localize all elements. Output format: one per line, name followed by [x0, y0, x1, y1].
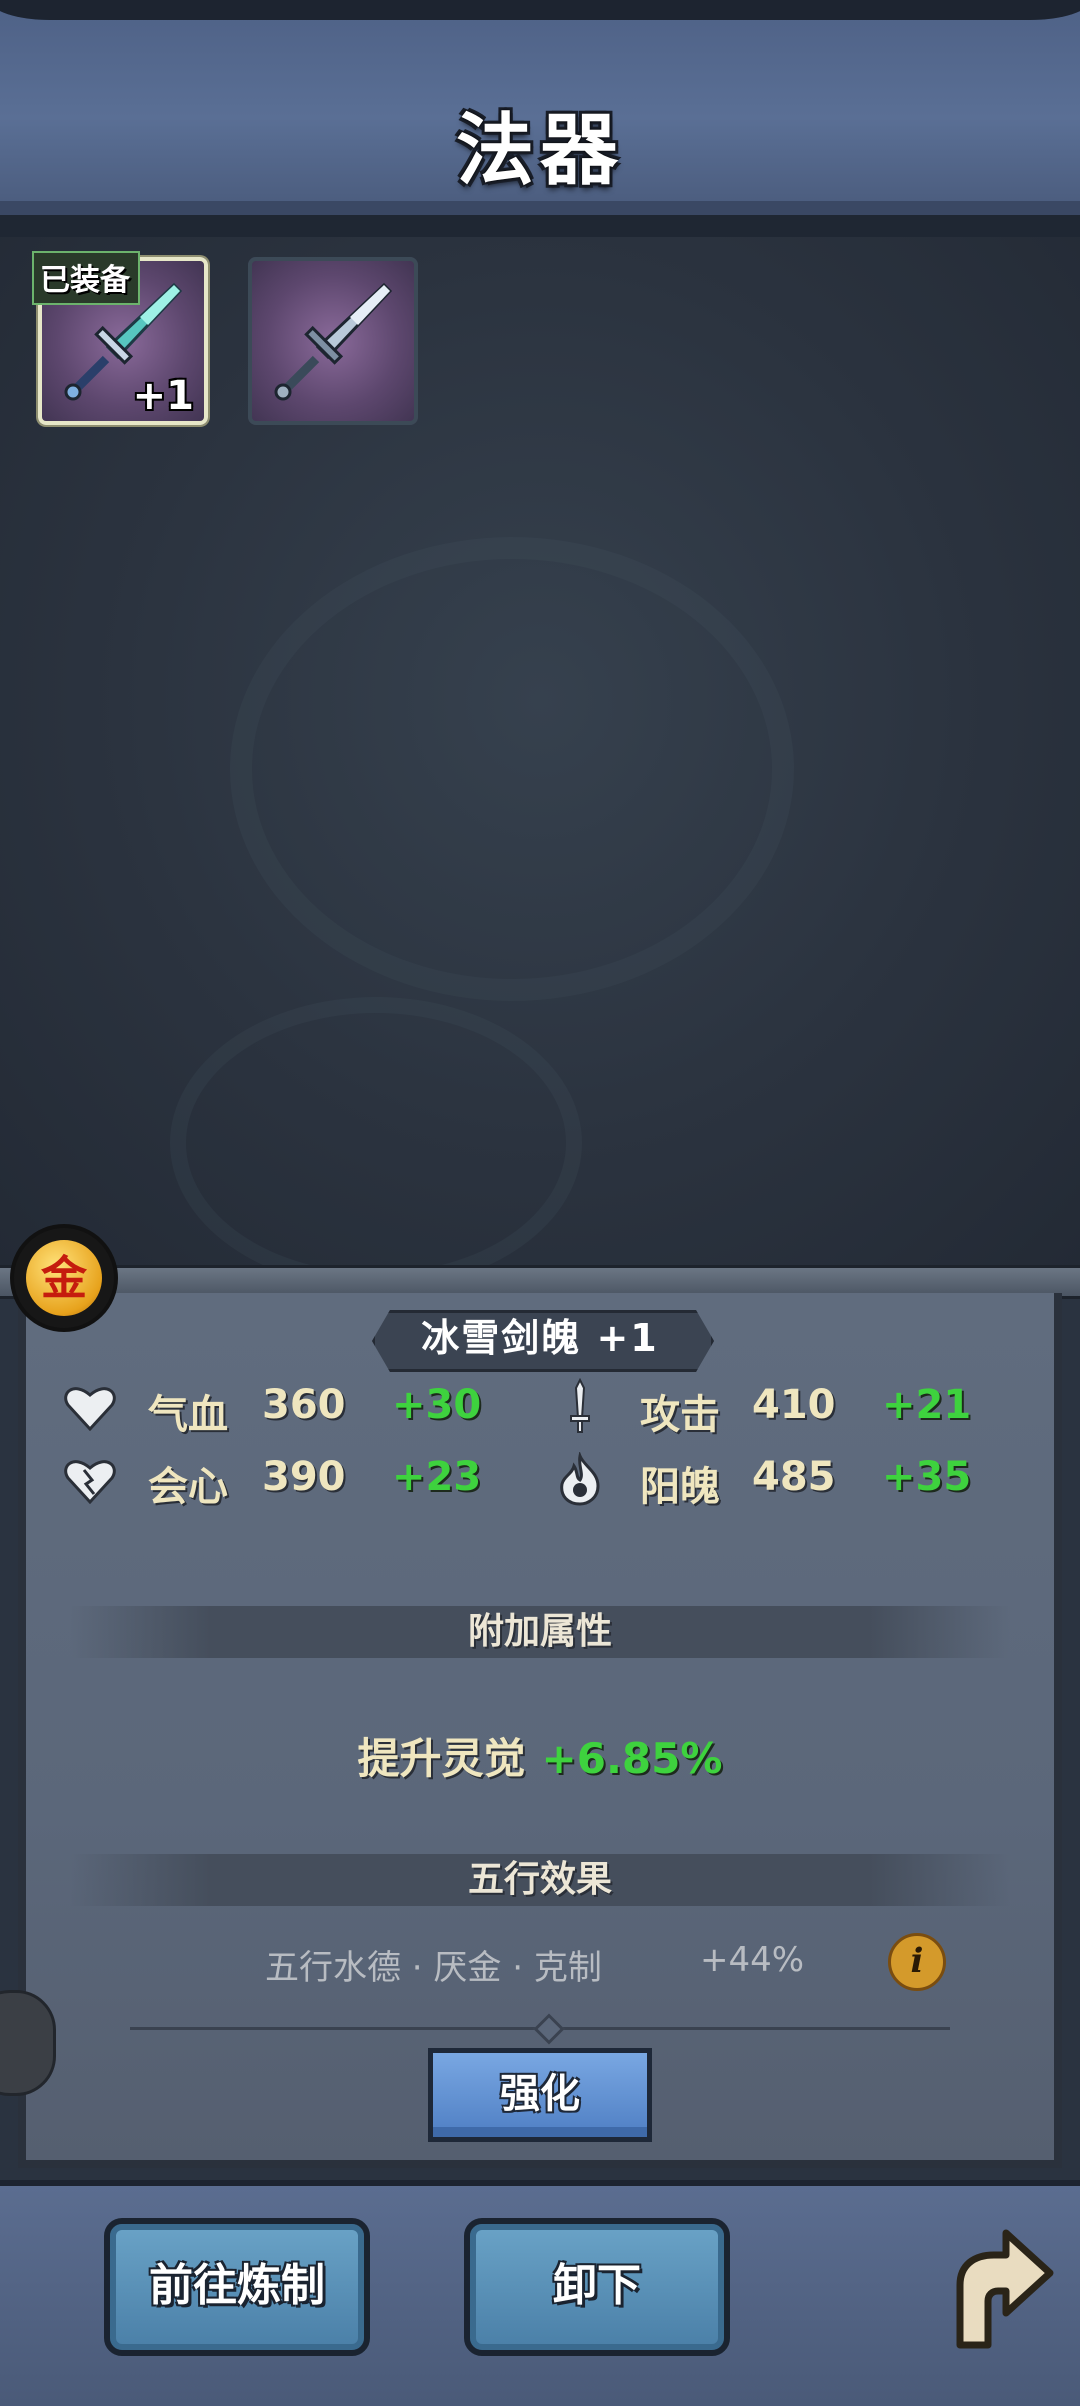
avatar[interactable] — [0, 1990, 56, 2096]
wuxing-title: 五行效果 — [467, 1859, 612, 1900]
go-refine-button[interactable]: 前往炼制 — [104, 2218, 370, 2356]
inventory-slot[interactable] — [248, 257, 418, 425]
stat-label-yangpo: 阳魄 — [640, 1464, 720, 1510]
item-name: 冰雪剑魄 +1 — [421, 1316, 659, 1360]
stat-bonus-attack: +21 — [882, 1382, 972, 1428]
soul-flame-icon — [560, 1452, 600, 1506]
enhance-button[interactable]: 强化 — [428, 2048, 652, 2142]
stat-value-yangpo: 485 — [752, 1454, 836, 1500]
heart-icon — [64, 1387, 116, 1431]
sword-icon — [570, 1378, 590, 1433]
metal-element-icon: 金 — [26, 1240, 102, 1316]
stat-bonus-crit: +23 — [392, 1454, 482, 1500]
level-badge: +1 — [132, 373, 194, 419]
crit-heart-icon — [64, 1460, 116, 1504]
background-swirl — [170, 997, 582, 1289]
stat-value-attack: 410 — [752, 1382, 836, 1428]
inventory-slot-equipped[interactable]: 已装备 +1 — [32, 251, 208, 425]
extra-bonus-line: 提升灵觉 +6.85% — [0, 1725, 1080, 1786]
header-divider — [0, 215, 1080, 237]
wuxing-effect-value: +44% — [700, 1940, 805, 1980]
wuxing-effect-label: 五行水德 · 厌金 · 克制 — [265, 1948, 602, 1988]
page-title: 法器 — [455, 105, 624, 196]
stat-value-hp: 360 — [262, 1382, 346, 1428]
stat-label-hp: 气血 — [148, 1392, 228, 1438]
info-icon[interactable]: i — [888, 1933, 946, 1991]
stat-label-attack: 攻击 — [640, 1392, 720, 1438]
stat-bonus-yangpo: +35 — [882, 1454, 972, 1500]
stat-label-crit: 会心 — [148, 1464, 228, 1510]
equipped-tag: 已装备 — [32, 251, 140, 305]
extra-bonus-label: 提升灵觉 — [357, 1734, 526, 1783]
extra-attributes-title: 附加属性 — [467, 1611, 612, 1652]
element-badge: 金 — [14, 1228, 114, 1328]
unequip-button[interactable]: 卸下 — [464, 2218, 730, 2356]
inventory-area: 已装备 +1 — [0, 237, 1080, 1289]
return-arrow-icon[interactable] — [920, 2215, 1060, 2355]
background-swirl — [230, 537, 794, 1001]
header-bar: 法器 — [0, 0, 1080, 221]
extra-bonus-value: +6.85% — [541, 1734, 723, 1783]
sword-icon — [274, 282, 393, 401]
stat-bonus-hp: +30 — [392, 1382, 482, 1428]
stat-value-crit: 390 — [262, 1454, 346, 1500]
